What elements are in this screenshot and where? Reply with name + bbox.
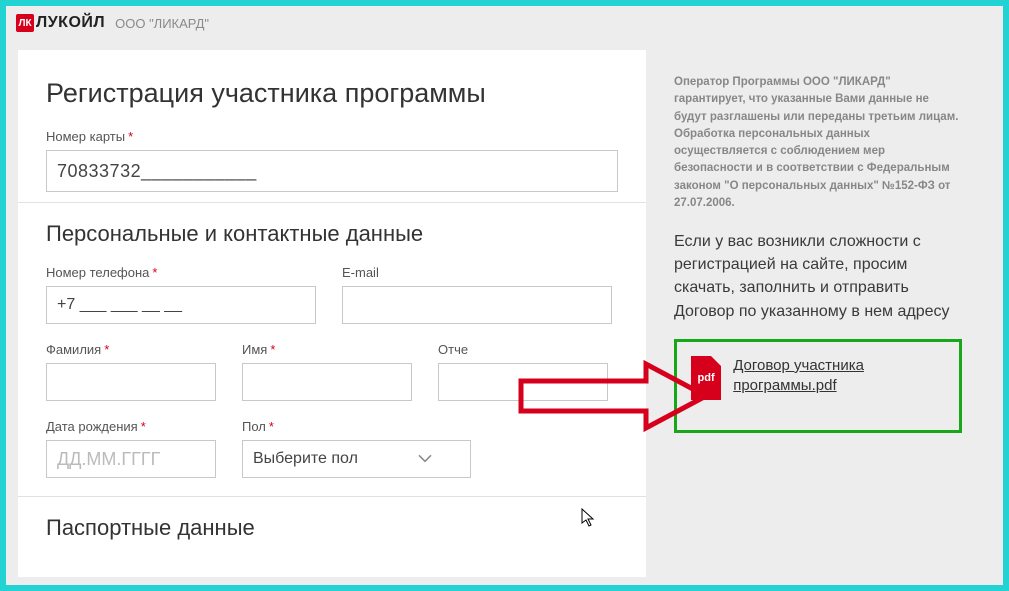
birthdate-input[interactable] <box>46 440 216 478</box>
divider <box>18 202 646 203</box>
logo-text: ЛУКОЙЛ <box>36 14 105 32</box>
download-contract-link[interactable]: Договор участника программы.pdf <box>733 356 945 397</box>
birthdate-label: Дата рождения* <box>46 419 216 434</box>
instruction-text: Если у вас возникли сложности с регистра… <box>674 230 962 323</box>
firstname-label: Имя* <box>242 342 412 357</box>
download-box: pdf Договор участника программы.pdf <box>674 339 962 433</box>
lastname-label: Фамилия* <box>46 342 216 357</box>
phone-input[interactable] <box>46 286 316 324</box>
gender-select[interactable] <box>242 440 471 478</box>
gender-label: Пол* <box>242 419 442 434</box>
header: ЛК ЛУКОЙЛ ООО "ЛИКАРД" <box>6 6 1003 50</box>
personal-section-title: Персональные и контактные данные <box>46 221 618 247</box>
registration-form: Регистрация участника программы Номер ка… <box>18 50 646 577</box>
logo-mark-icon: ЛК <box>16 14 34 32</box>
divider <box>18 496 646 497</box>
phone-label: Номер телефона* <box>46 265 316 280</box>
sidebar: Оператор Программы ООО "ЛИКАРД" гарантир… <box>668 50 968 577</box>
middlename-input[interactable] <box>438 363 608 401</box>
email-input[interactable] <box>342 286 612 324</box>
card-number-label: Номер карты* <box>46 129 618 144</box>
lastname-input[interactable] <box>46 363 216 401</box>
operator-note: Оператор Программы ООО "ЛИКАРД" гарантир… <box>674 74 962 212</box>
pdf-icon: pdf <box>691 356 721 400</box>
middlename-label: Отче <box>438 342 608 357</box>
firstname-input[interactable] <box>242 363 412 401</box>
card-number-input[interactable] <box>46 150 618 192</box>
logo: ЛК ЛУКОЙЛ <box>16 14 105 32</box>
company-name: ООО "ЛИКАРД" <box>115 16 209 31</box>
passport-section-title: Паспортные данные <box>46 515 618 541</box>
email-label: E-mail <box>342 265 612 280</box>
page-title: Регистрация участника программы <box>46 78 618 109</box>
